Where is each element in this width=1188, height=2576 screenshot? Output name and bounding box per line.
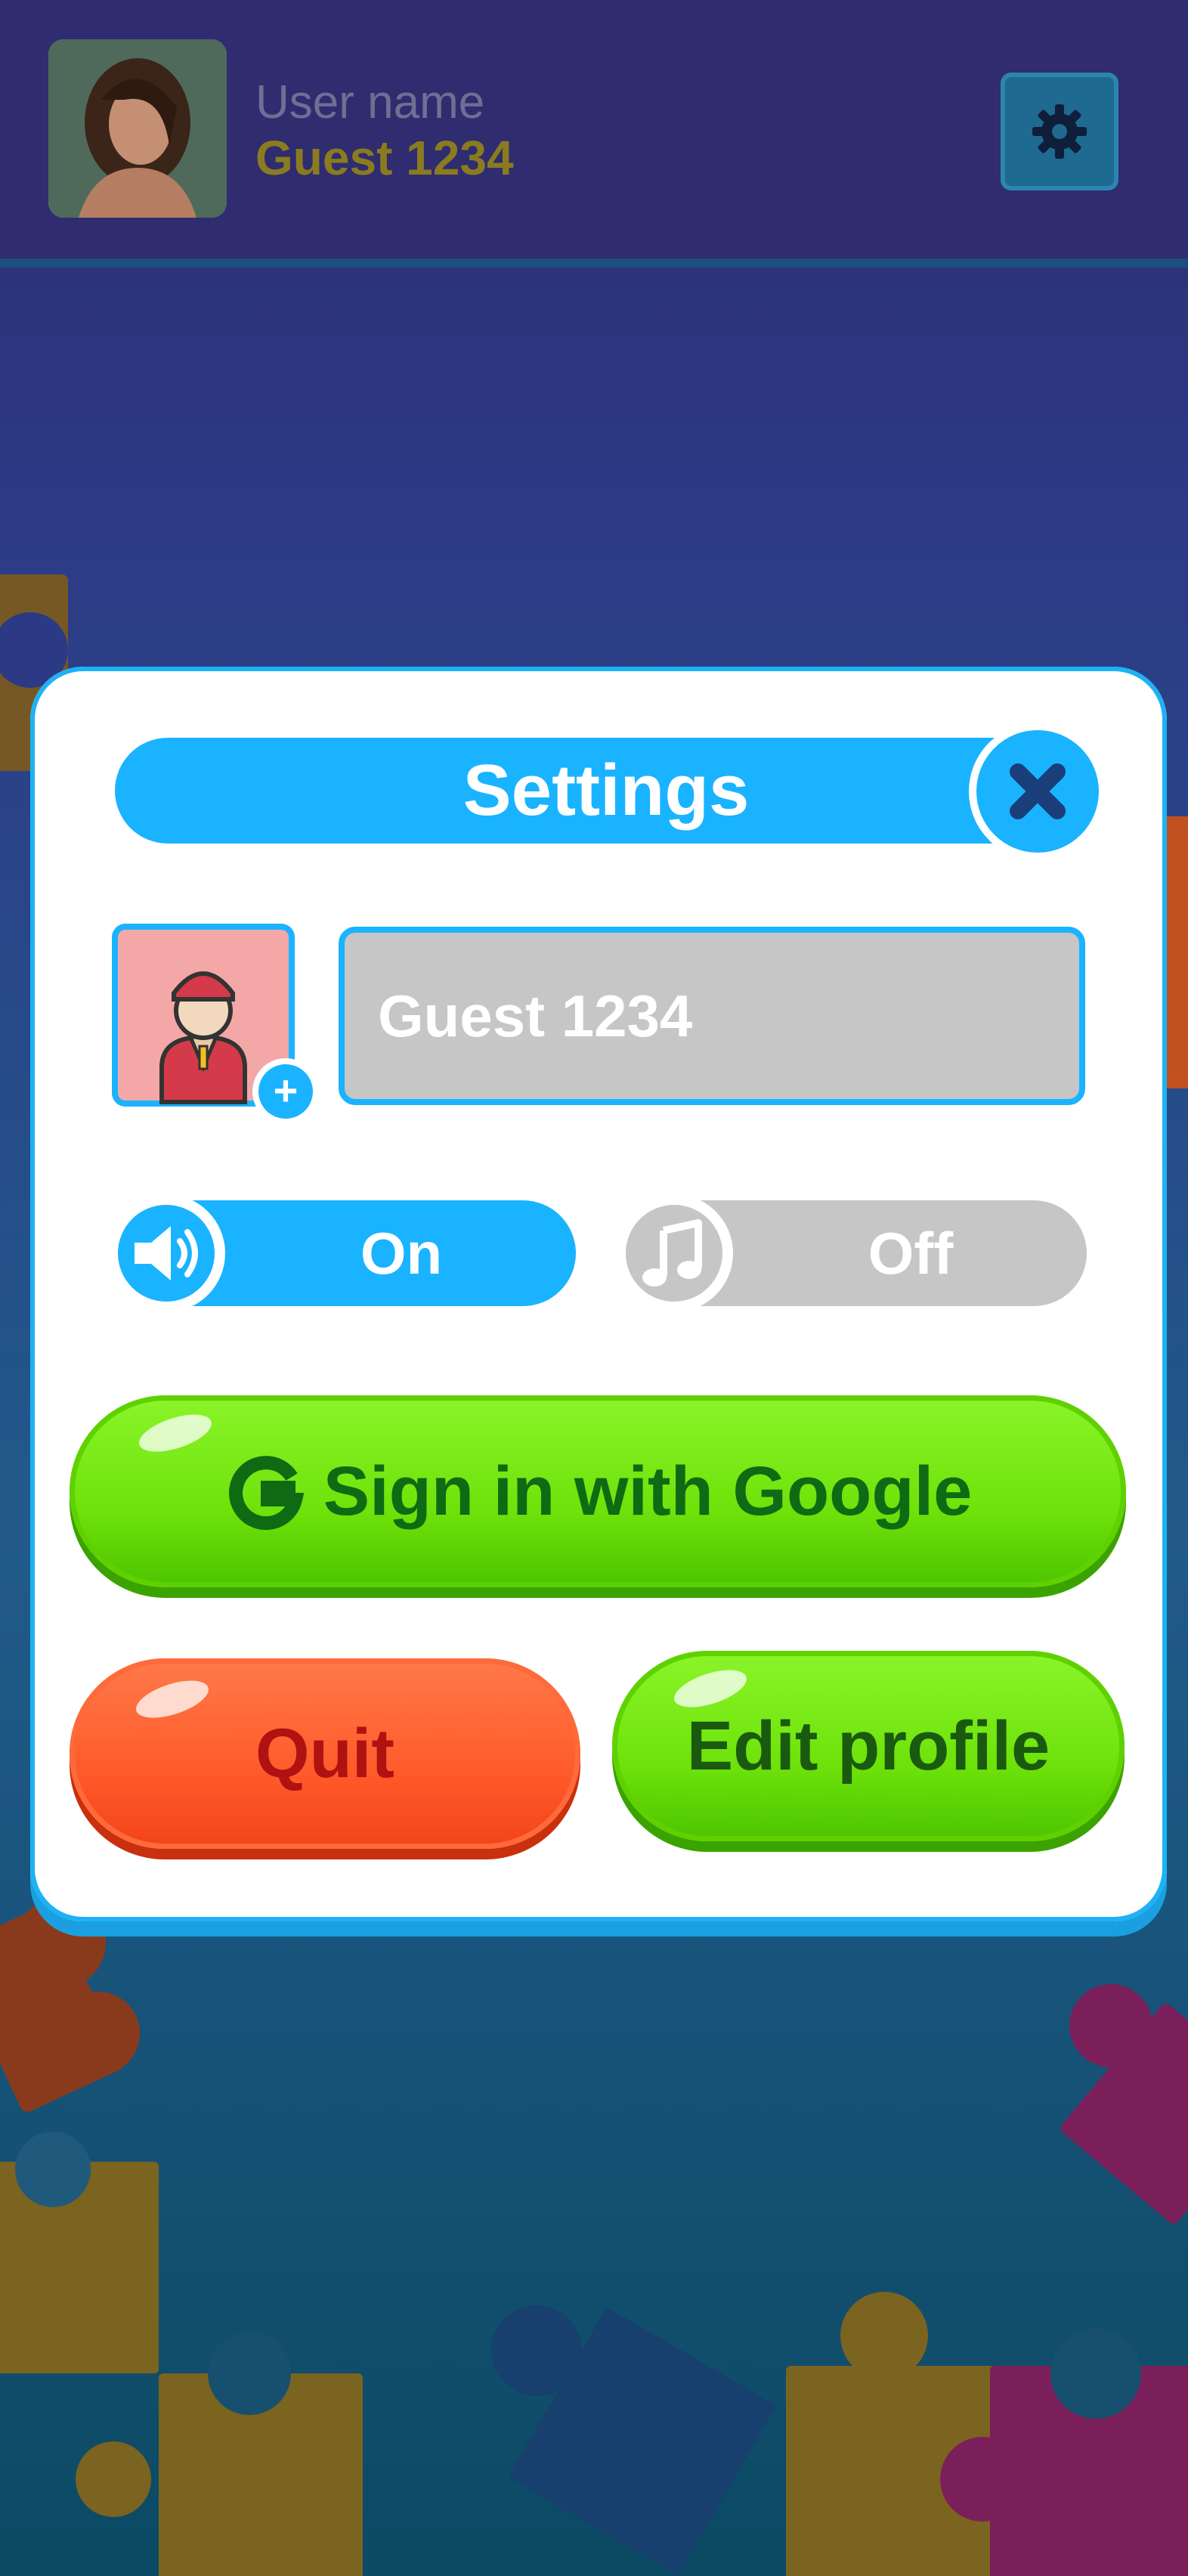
- dialog-title: Settings: [463, 750, 750, 831]
- music-toggle-knob: [615, 1194, 733, 1312]
- quit-button[interactable]: Quit: [70, 1658, 580, 1849]
- sound-toggle-knob: [107, 1194, 225, 1312]
- top-bar-divider: [0, 259, 1188, 268]
- gear-icon: [1032, 104, 1087, 159]
- sound-toggle[interactable]: On: [107, 1194, 576, 1312]
- google-g-icon: [228, 1456, 305, 1531]
- close-button[interactable]: [976, 730, 1099, 853]
- game-screen: User name Guest 1234 Settings + Guest 12…: [0, 0, 1188, 2576]
- portrait-image: [48, 39, 227, 218]
- sound-toggle-label: On: [360, 1220, 443, 1286]
- music-toggle-label: Off: [868, 1220, 954, 1286]
- close-icon: [1010, 763, 1066, 819]
- speaker-icon: [135, 1226, 198, 1280]
- user-avatar[interactable]: [48, 39, 227, 218]
- music-note-icon: [642, 1219, 702, 1286]
- sign-in-google-label: Sign in with Google: [323, 1452, 973, 1530]
- settings-button[interactable]: [1001, 73, 1118, 190]
- edit-profile-label: Edit profile: [686, 1707, 1050, 1785]
- quit-label: Quit: [255, 1714, 394, 1792]
- user-name-value: Guest 1234: [255, 131, 514, 185]
- user-name-label: User name: [255, 76, 485, 128]
- username-field[interactable]: [339, 927, 1085, 1105]
- music-toggle[interactable]: Off: [615, 1194, 1087, 1312]
- sign-in-google-button[interactable]: Sign in with Google: [70, 1395, 1126, 1587]
- add-avatar-icon[interactable]: +: [258, 1064, 313, 1119]
- edit-profile-button[interactable]: Edit profile: [612, 1651, 1125, 1841]
